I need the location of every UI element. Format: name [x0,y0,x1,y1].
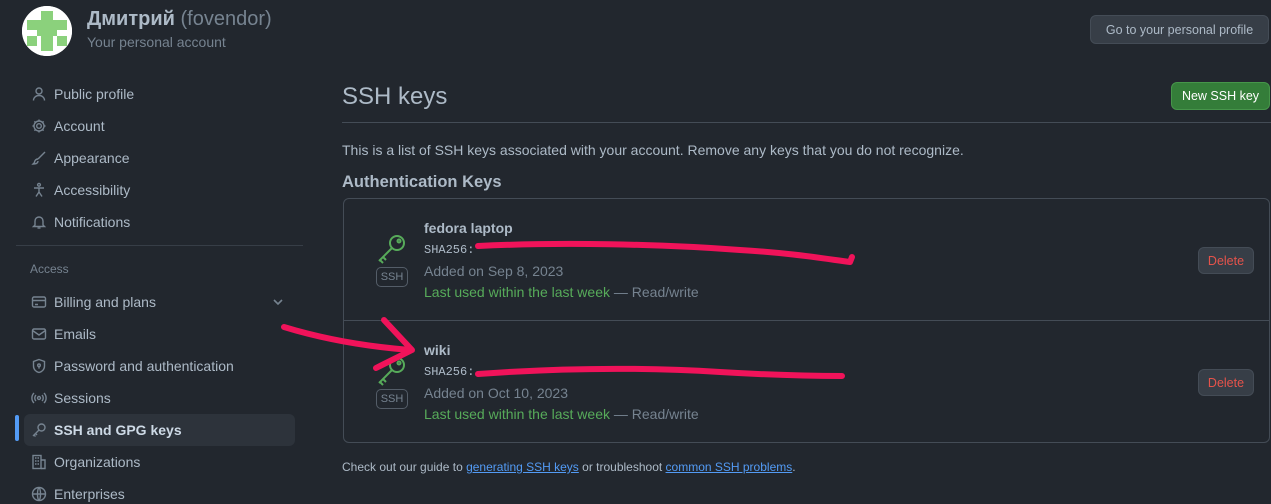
accessibility-icon [24,182,54,198]
last-used-text: Last used within the last week [424,284,610,300]
generating-ssh-keys-link[interactable]: generating SSH keys [466,460,579,474]
key-last-used: Last used within the last week — Read/wr… [424,284,699,300]
sidebar-item-billing[interactable]: Billing and plans [24,286,295,318]
mail-icon [24,326,54,342]
sidebar-item-label: Enterprises [54,486,125,502]
sidebar-item-label: Password and authentication [54,358,234,374]
delete-key-button[interactable]: Delete [1198,369,1254,396]
sidebar-item-label: Appearance [54,150,130,166]
access-level: — Read/write [610,284,699,300]
sidebar-divider [16,245,303,246]
ssh-badge: SSH [376,389,408,409]
account-subtitle: Your personal account [87,34,226,50]
key-added-date: Added on Sep 8, 2023 [424,263,564,279]
key-last-used: Last used within the last week — Read/wr… [424,406,699,422]
footer-suffix: . [792,460,796,474]
footer-middle: or troubleshoot [578,460,666,474]
sidebar-item-notifications[interactable]: Notifications [24,206,295,238]
sidebar-item-label: SSH and GPG keys [54,422,182,438]
globe-icon [24,486,54,502]
person-icon [24,86,54,102]
footer-prefix: Check out our guide to [342,460,467,474]
sidebar-item-password-auth[interactable]: Password and authentication [24,350,295,382]
title-divider [342,122,1271,123]
selected-indicator [15,415,19,441]
sidebar-item-public-profile[interactable]: Public profile [24,78,295,110]
sidebar-item-label: Accessibility [54,182,131,198]
key-icon [24,422,54,438]
paintbrush-icon [24,150,54,166]
chevron-down-icon[interactable] [271,295,285,312]
key-fingerprint: SHA256: [424,365,475,379]
sidebar-item-label: Notifications [54,214,131,230]
sidebar-item-enterprises[interactable]: Enterprises [24,478,295,504]
key-icon [374,353,414,389]
sidebar-item-label: Sessions [54,390,111,406]
broadcast-icon [24,390,54,406]
gear-icon [24,118,54,134]
key-fingerprint: SHA256: [424,243,475,257]
sidebar-item-label: Account [54,118,105,134]
sidebar-item-label: Emails [54,326,97,342]
key-added-date: Added on Oct 10, 2023 [424,385,568,401]
account-name: Дмитрий (fovendor) [87,8,272,31]
last-used-text: Last used within the last week [424,406,610,422]
common-ssh-problems-link[interactable]: common SSH problems [666,460,793,474]
bell-icon [24,214,54,230]
sidebar-item-emails[interactable]: Emails [24,318,295,350]
ssh-key-row: SSH fedora laptop SHA256: Added on Sep 8… [344,199,1269,321]
sidebar-heading-access: Access [30,262,69,276]
access-level: — Read/write [610,406,699,422]
login-name: (fovendor) [180,8,272,30]
help-footer: Check out our guide to generating SSH ke… [342,460,796,474]
sidebar-item-organizations[interactable]: Organizations [24,446,295,478]
authentication-keys-heading: Authentication Keys [342,173,502,191]
shield-lock-icon [24,358,54,374]
key-icon [374,231,414,267]
sidebar-item-sessions[interactable]: Sessions [24,382,295,414]
key-title: fedora laptop [424,220,513,236]
sidebar-item-account[interactable]: Account [24,110,295,142]
key-title: wiki [424,342,451,358]
organization-icon [24,454,54,470]
ssh-key-row: SSH wiki SHA256: Added on Oct 10, 2023 L… [344,320,1269,442]
sidebar-item-label: Organizations [54,454,141,470]
sidebar-item-appearance[interactable]: Appearance [24,142,295,174]
sidebar-item-label: Public profile [54,86,135,102]
go-to-profile-button[interactable]: Go to your personal profile [1090,15,1269,44]
ssh-badge: SSH [376,267,408,287]
ssh-keys-list: SSH fedora laptop SHA256: Added on Sep 8… [343,198,1270,443]
sidebar-item-ssh-gpg-keys[interactable]: SSH and GPG keys [24,414,295,446]
page-description: This is a list of SSH keys associated wi… [342,142,964,158]
page-title: SSH keys [342,83,448,110]
delete-key-button[interactable]: Delete [1198,247,1254,274]
credit-card-icon [24,294,54,310]
sidebar-item-label: Billing and plans [54,294,156,310]
display-name: Дмитрий [87,8,175,30]
sidebar-item-accessibility[interactable]: Accessibility [24,174,295,206]
avatar[interactable] [22,6,72,56]
new-ssh-key-button[interactable]: New SSH key [1171,82,1270,110]
